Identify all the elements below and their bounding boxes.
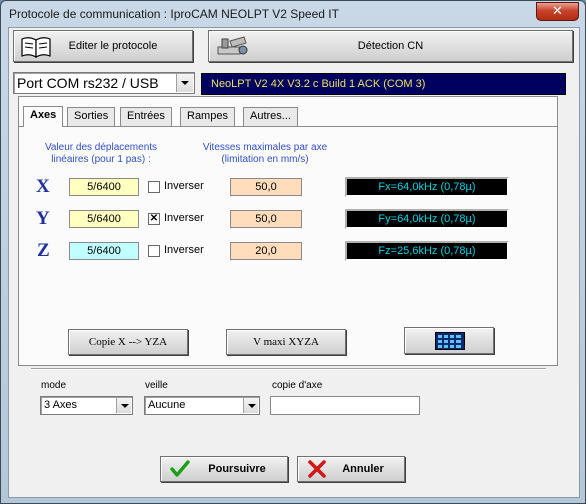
dropdown-arrow-icon[interactable] [176,74,193,92]
edit-protocol-label: Editer le protocole [68,40,158,52]
tab-sorties-label: Sorties [74,110,109,122]
tab-rampes-label: Rampes [187,110,228,122]
window-title: Protocole de communication : IproCAM NEO… [9,7,339,21]
tab-autres[interactable]: Autres... [243,107,298,126]
tab-axes-label: Axes [30,109,57,121]
axis-y-letter: Y [36,208,50,229]
mode-select[interactable]: 3 Axes [40,396,133,415]
section-divider [31,368,546,370]
status-text: NeoLPT V2 4X V3.2 c Build 1 ACK (COM 3) [211,78,426,90]
port-select-value: Port COM rs232 / USB [17,75,159,91]
sleep-select-value: Aucune [148,399,186,411]
invert-y-label: Inverser [164,212,204,224]
speed-x-input[interactable]: 50,0 [230,178,302,196]
tab-sorties[interactable]: Sorties [67,107,116,126]
axis-x-letter: X [36,176,50,197]
invert-z-checkbox[interactable] [148,245,160,257]
dropdown-arrow-icon[interactable] [116,398,131,413]
status-display: NeoLPT V2 4X V3.2 c Build 1 ACK (COM 3) [201,73,566,95]
cancel-label: Annuler [342,463,384,475]
speed-header-line1: Vitesses maximales par axe [202,142,328,153]
continue-button[interactable]: Poursuivre [160,456,288,482]
dialog-window: Protocole de communication : IproCAM NEO… [0,0,586,504]
copy-axis-input[interactable] [270,396,420,415]
freq-y-display: Fy=64,0kHz (0,78µ) [345,209,509,229]
continue-label: Poursuivre [208,463,266,475]
displacement-header-line2: linéaires (pour 1 pas) : [51,154,151,165]
step-x-input[interactable]: 5/6400 [69,178,139,196]
port-select[interactable]: Port COM rs232 / USB [13,72,195,94]
step-y-input[interactable]: 5/6400 [69,210,139,228]
freq-x-display: Fx=64,0kHz (0,78µ) [345,177,509,197]
edit-protocol-button[interactable]: Editer le protocole [13,30,193,62]
sleep-select[interactable]: Aucune [144,396,260,415]
invert-x-checkbox[interactable] [148,181,160,193]
tab-autres-label: Autres... [250,110,291,122]
calculator-icon [435,332,465,353]
tab-axes[interactable]: Axes [23,106,64,127]
invert-x-label: Inverser [164,180,204,192]
speed-header: Vitesses maximales par axe (limitation e… [195,142,335,166]
dropdown-arrow-icon[interactable] [243,398,258,413]
title-bar: Protocole de communication : IproCAM NEO… [1,1,585,27]
sleep-label: veille [145,380,168,391]
invert-z-label: Inverser [164,244,204,256]
cn-detection-label: Détection CN [357,40,424,52]
calculator-button[interactable] [404,327,494,354]
displacement-header: Valeur des déplacements linéaires (pour … [31,142,171,166]
axis-z-letter: Z [37,240,50,261]
cn-detection-button[interactable]: Détection CN [208,30,573,62]
mode-label: mode [41,380,67,391]
vmax-xyza-button[interactable]: V maxi XYZA [226,329,346,355]
tab-entrees-label: Entrées [127,110,165,122]
freq-z-display: Fz=25,6kHz (0,78µ) [345,241,509,261]
step-z-input[interactable]: 5/6400 [69,242,139,260]
tab-rampes[interactable]: Rampes [180,107,235,126]
tab-entrees[interactable]: Entrées [120,107,172,126]
copy-x-to-yza-label: Copie X --> YZA [88,336,168,348]
vmax-xyza-label: V maxi XYZA [253,336,319,348]
close-button[interactable]: ✕ [536,2,579,21]
copy-x-to-yza-button[interactable]: Copie X --> YZA [68,329,188,355]
displacement-header-line1: Valeur des déplacements [44,142,158,153]
speed-header-line2: (limitation en mm/s) [221,154,309,165]
invert-y-checkbox[interactable]: ✕ [148,213,160,225]
mode-select-value: 3 Axes [44,399,78,411]
check-icon: ✕ [149,213,159,224]
copy-axis-label: copie d'axe [272,380,323,391]
cancel-button[interactable]: Annuler [297,456,405,482]
speed-z-input[interactable]: 20,0 [230,242,302,260]
speed-y-input[interactable]: 50,0 [230,210,302,228]
